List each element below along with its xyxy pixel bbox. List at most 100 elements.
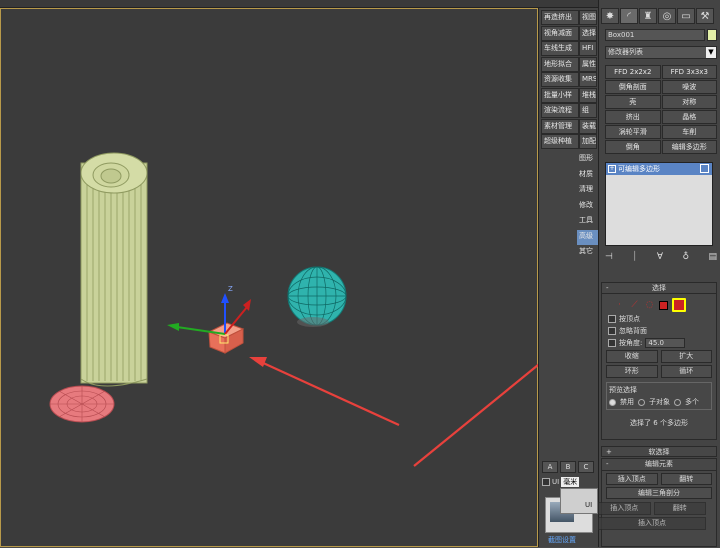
unit-select[interactable]: 毫米 — [561, 477, 580, 487]
plugin-button[interactable]: MRS — [579, 72, 597, 87]
radio-multi[interactable] — [674, 398, 681, 406]
remove-modifier-icon[interactable]: ♁ — [682, 252, 689, 262]
plugin-button[interactable]: 选择 — [579, 25, 597, 41]
by-vertex-option[interactable]: 按顶点 — [602, 312, 716, 324]
preview-radios: 禁用 子对象 多个 — [609, 397, 709, 407]
border-icon[interactable]: ◌ — [644, 300, 655, 311]
modifier-button[interactable]: 壳 — [605, 95, 661, 109]
plugin-category[interactable]: 其它 — [577, 245, 599, 260]
edit-elements-header[interactable]: - 编辑元素 — [602, 459, 716, 471]
modifier-button[interactable]: 车削 — [661, 125, 717, 139]
plugin-button[interactable]: 加配 — [579, 134, 597, 149]
perspective-viewport[interactable]: Z — [0, 8, 539, 547]
edge-icon[interactable]: ⟋ — [629, 300, 640, 311]
modifier-button[interactable]: 挤出 — [605, 110, 661, 124]
plugin-button[interactable]: 装载 — [579, 118, 597, 134]
stack-item-editable-poly[interactable]: + 可编辑多边形 — [606, 163, 712, 175]
plugin-button[interactable]: 堆栈 — [579, 87, 597, 103]
checkbox[interactable] — [608, 327, 616, 335]
plugin-button[interactable]: 车线生成 — [541, 41, 579, 56]
configure-icon[interactable]: ▤ — [708, 252, 717, 262]
modifier-button[interactable]: FFD 3x3x3 — [661, 65, 717, 79]
svg-text:Z: Z — [228, 285, 233, 293]
display-icon[interactable]: ▭ — [677, 8, 695, 24]
plugin-button[interactable]: 超级种植 — [541, 134, 579, 149]
edit-triangulation-button[interactable]: 编辑三角剖分 — [606, 487, 712, 499]
modifier-button[interactable]: 编辑多边形 — [661, 140, 717, 154]
plugin-button[interactable]: 视图 — [579, 10, 597, 25]
thumbnail-caption[interactable]: 截图设置 — [548, 535, 576, 545]
checkbox[interactable] — [608, 315, 616, 323]
ring-button[interactable]: 环形 — [606, 365, 658, 378]
radio-disable[interactable] — [609, 398, 616, 406]
angle-spinner[interactable]: 45.0 — [645, 338, 686, 348]
plugin-category-selected[interactable]: 高级 — [577, 229, 599, 245]
selection-rollout-header[interactable]: - 选择 — [602, 283, 716, 294]
flip-button[interactable]: 翻转 — [660, 473, 712, 485]
radio-subobject[interactable] — [638, 398, 645, 406]
modifier-button[interactable]: 噪波 — [661, 80, 717, 94]
modifier-list-dropdown[interactable]: 修改器列表 ▼ — [605, 46, 717, 59]
plugin-button[interactable]: 地形拟合 — [541, 56, 579, 72]
plugin-category[interactable]: 工具 — [577, 214, 599, 229]
vertex-icon[interactable]: · — [614, 300, 625, 311]
modifier-button[interactable]: 对称 — [661, 95, 717, 109]
expand-icon[interactable]: + — [608, 165, 616, 173]
tab-b[interactable]: B — [560, 461, 576, 473]
modifier-button[interactable]: FFD 2x2x2 — [605, 65, 661, 79]
subobject-level-icons: · ⟋ ◌ — [602, 294, 716, 312]
insert-vertex-button[interactable]: 插入顶点 — [606, 473, 658, 485]
plugin-category[interactable]: 清理 — [577, 183, 599, 198]
utilities-icon[interactable]: ⚒ — [696, 8, 714, 24]
modifier-stack[interactable]: + 可编辑多边形 — [605, 162, 713, 246]
plugin-button[interactable]: 属性 — [579, 56, 597, 72]
cylinder-object[interactable] — [80, 152, 148, 387]
modifier-button[interactable]: 倒角 — [605, 140, 661, 154]
abc-tabs: A B C — [542, 461, 594, 473]
plugin-button[interactable]: 渲染流程 — [541, 103, 579, 118]
element-icon[interactable] — [672, 298, 686, 312]
make-unique-icon[interactable]: ∀ — [657, 252, 663, 262]
radio-label: 禁用 — [620, 398, 634, 406]
plugin-button[interactable]: 批量小样 — [541, 87, 579, 103]
drag-ghost-overlay: 插入顶点 翻转 插入顶点 — [594, 500, 710, 530]
object-name-field[interactable]: Box001 — [605, 29, 705, 41]
motion-icon[interactable]: ◎ — [658, 8, 676, 24]
modify-icon[interactable]: ◜ — [620, 8, 638, 24]
pin-icon[interactable]: ⊣ — [605, 252, 613, 262]
polygon-icon[interactable] — [659, 300, 668, 310]
object-color-swatch[interactable] — [707, 29, 717, 41]
by-angle-option[interactable]: 按角度: 45.0 — [602, 336, 716, 348]
checkbox[interactable] — [608, 339, 616, 347]
modifier-button[interactable]: 晶格 — [661, 110, 717, 124]
plugin-button[interactable]: HFI — [579, 41, 597, 56]
unit-row: UI 毫米 — [542, 476, 596, 488]
shrink-button[interactable]: 收缩 — [606, 350, 658, 363]
sphere-object[interactable] — [287, 266, 347, 327]
plugin-button[interactable]: 再造挤出 — [541, 10, 579, 25]
hierarchy-icon[interactable]: ♜ — [639, 8, 657, 24]
tab-a[interactable]: A — [542, 461, 558, 473]
tab-c[interactable]: C — [578, 461, 594, 473]
modifier-button[interactable]: 倒角剖面 — [605, 80, 661, 94]
grow-button[interactable]: 扩大 — [660, 350, 712, 363]
show-end-icon[interactable]: ⏐ — [632, 252, 637, 262]
modifier-button[interactable]: 涡轮平滑 — [605, 125, 661, 139]
transform-gizmo[interactable]: Z — [167, 285, 251, 335]
plugin-category[interactable]: 材质 — [577, 168, 599, 183]
plugin-button[interactable]: 素材管理 — [541, 118, 579, 134]
plugin-button[interactable]: 视角减面 — [541, 25, 579, 41]
shrink-grow-row: 收缩 扩大 — [602, 348, 716, 363]
ui-checkbox[interactable] — [542, 478, 550, 486]
ignore-backface-option[interactable]: 忽略背面 — [602, 324, 716, 336]
chevron-down-icon: ▼ — [706, 47, 716, 58]
plugin-button[interactable]: 组 — [579, 103, 597, 118]
disc-object[interactable] — [49, 385, 115, 423]
create-icon[interactable]: ✸ — [601, 8, 619, 24]
loop-button[interactable]: 循环 — [660, 365, 712, 378]
plugin-button[interactable]: 资源收集 — [541, 72, 579, 87]
plugin-category[interactable]: 图形 — [577, 152, 599, 167]
command-panel-tabs: ✸ ◜ ♜ ◎ ▭ ⚒ — [601, 8, 714, 24]
soft-selection-rollout-header[interactable]: + 软选择 — [601, 446, 717, 457]
plugin-category[interactable]: 修改 — [577, 199, 599, 214]
